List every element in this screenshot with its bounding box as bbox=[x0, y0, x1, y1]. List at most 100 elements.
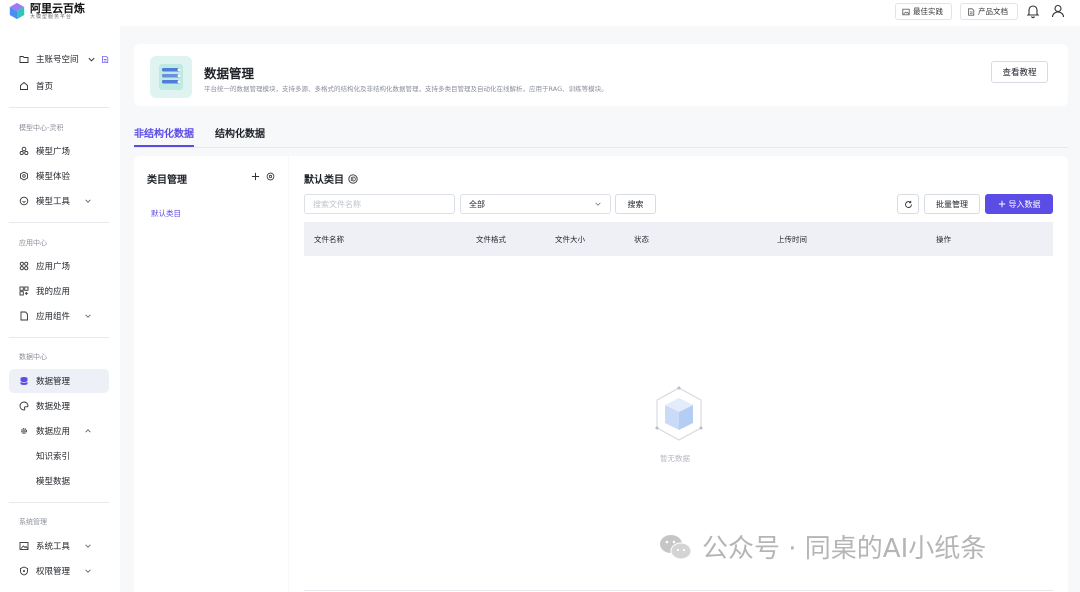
tab-structured-data[interactable]: 结构化数据 bbox=[215, 125, 265, 147]
settings-icon bbox=[21, 428, 27, 434]
group-title-system: 系统管理 bbox=[19, 518, 47, 526]
plus-icon bbox=[998, 200, 1005, 208]
id-badge-icon[interactable] bbox=[348, 173, 358, 184]
import-data-label: 导入数据 bbox=[1008, 199, 1041, 209]
category-item-default[interactable]: 默认类目 bbox=[151, 208, 181, 219]
user-icon[interactable] bbox=[1050, 3, 1066, 19]
bell-icon[interactable] bbox=[1025, 3, 1041, 19]
sidebar-item-label: 应用组件 bbox=[36, 312, 71, 322]
category-panel: 类目管理 默认类目 bbox=[134, 156, 288, 592]
search-button[interactable]: 搜索 bbox=[615, 194, 656, 214]
category-panel-title: 类目管理 bbox=[147, 175, 187, 186]
chevron-up-icon bbox=[85, 429, 91, 433]
logo-subtitle: 大模型服务平台 bbox=[30, 13, 73, 20]
settings-icon[interactable] bbox=[266, 172, 275, 181]
sidebar-item-label: 数据处理 bbox=[36, 402, 71, 412]
data-management-hero-icon bbox=[150, 56, 192, 98]
workspace-label: 主账号空间 bbox=[36, 55, 79, 65]
sidebar-item-app-square[interactable]: 应用广场 bbox=[9, 254, 109, 278]
document-icon[interactable] bbox=[101, 55, 109, 64]
home-icon bbox=[20, 81, 28, 90]
view-tutorial-button[interactable]: 查看教程 bbox=[991, 61, 1048, 83]
sidebar-item-my-apps[interactable]: 我的应用 bbox=[9, 279, 109, 303]
tab-unstructured-data[interactable]: 非结构化数据 bbox=[134, 125, 194, 147]
sidebar-item-label: 数据应用 bbox=[36, 427, 71, 437]
sidebar-item-model-experience[interactable]: 模型体验 bbox=[9, 164, 109, 188]
shield-icon bbox=[20, 566, 28, 576]
sidebar-item-model-tools[interactable]: 模型工具 bbox=[9, 189, 109, 213]
sidebar-item-label: 知识索引 bbox=[36, 452, 71, 462]
palette-icon bbox=[19, 401, 29, 411]
sidebar-item-home[interactable]: 首页 bbox=[9, 74, 109, 98]
page-description: 平台统一的数据管理模块，支持多源、多格式的结构化及非结构化数据管理，支持多类目管… bbox=[204, 85, 608, 93]
content-panel: 默认类目 搜索文件名称 全部 搜索 批量管理 导入数据 文件名称 文件格式 文件… bbox=[289, 156, 1068, 592]
divider bbox=[9, 107, 109, 108]
document-icon bbox=[968, 7, 975, 16]
refresh-button[interactable] bbox=[897, 194, 919, 214]
batch-manage-button[interactable]: 批量管理 bbox=[924, 194, 980, 214]
sidebar-item-label: 我的应用 bbox=[36, 287, 71, 297]
add-icon[interactable] bbox=[251, 172, 260, 181]
sidebar-item-data-processing[interactable]: 数据处理 bbox=[9, 394, 109, 418]
content-title-row: 默认类目 bbox=[304, 171, 358, 186]
import-data-button[interactable]: 导入数据 bbox=[985, 194, 1053, 214]
column-header-file-format: 文件格式 bbox=[476, 235, 506, 244]
chevron-down-icon bbox=[85, 314, 91, 318]
sidebar-item-model-data[interactable]: 模型数据 bbox=[9, 469, 109, 493]
image-icon bbox=[19, 542, 29, 550]
sidebar-item-app-components[interactable]: 应用组件 bbox=[9, 304, 109, 328]
chevron-down-icon bbox=[595, 202, 601, 206]
category-filter-select[interactable]: 全部 bbox=[460, 194, 611, 214]
product-docs-button[interactable]: 产品文档 bbox=[960, 3, 1018, 20]
divider bbox=[9, 222, 109, 223]
component-icon bbox=[20, 311, 28, 321]
sidebar: 主账号空间 首页 模型中心-灵积 模型广场 模型体验 模型工具 应用中心 应用广… bbox=[0, 26, 120, 592]
image-icon bbox=[902, 8, 910, 15]
sidebar-item-permission-management[interactable]: 权限管理 bbox=[9, 559, 109, 583]
table-header: 文件名称 文件格式 文件大小 状态 上传时间 操作 bbox=[304, 222, 1053, 256]
watermark: 公众号 · 同桌的AI小纸条 bbox=[658, 528, 986, 565]
chevron-down-icon bbox=[85, 569, 91, 573]
sidebar-item-label: 模型工具 bbox=[36, 197, 71, 207]
divider bbox=[9, 502, 109, 503]
best-practice-button[interactable]: 最佳实践 bbox=[895, 3, 952, 20]
sidebar-item-system-tools[interactable]: 系统工具 bbox=[9, 534, 109, 558]
top-bar: 阿里云百炼 大模型服务平台 最佳实践 产品文档 bbox=[0, 0, 1080, 26]
empty-state-icon bbox=[653, 384, 705, 444]
sidebar-item-label: 权限管理 bbox=[36, 567, 71, 577]
sidebar-item-model-square[interactable]: 模型广场 bbox=[9, 139, 109, 163]
sidebar-item-label: 数据管理 bbox=[36, 377, 71, 387]
logo-name: 阿里云百炼 bbox=[30, 1, 85, 15]
sidebar-item-label: 系统工具 bbox=[36, 542, 71, 552]
refresh-icon bbox=[904, 200, 912, 208]
chevron-down-icon bbox=[85, 199, 91, 203]
tab-bar: 非结构化数据 结构化数据 bbox=[134, 124, 1068, 148]
database-icon bbox=[20, 377, 28, 385]
sidebar-item-data-management[interactable]: 数据管理 bbox=[9, 369, 109, 393]
logo[interactable]: 阿里云百炼 大模型服务平台 bbox=[8, 2, 85, 20]
table-bottom-divider bbox=[304, 590, 1053, 591]
sidebar-item-data-application[interactable]: 数据应用 bbox=[9, 419, 109, 443]
column-header-actions: 操作 bbox=[936, 235, 951, 244]
group-title-data: 数据中心 bbox=[19, 353, 47, 361]
column-header-file-name: 文件名称 bbox=[314, 235, 344, 244]
workspace-selector[interactable]: 主账号空间 bbox=[9, 47, 109, 71]
logo-cube-icon bbox=[9, 2, 25, 20]
search-input[interactable]: 搜索文件名称 bbox=[304, 194, 455, 214]
sidebar-item-label: 模型广场 bbox=[36, 147, 71, 157]
sidebar-item-knowledge-index[interactable]: 知识索引 bbox=[9, 444, 109, 468]
group-title-model: 模型中心-灵积 bbox=[19, 124, 64, 132]
filter-value: 全部 bbox=[469, 199, 485, 209]
sidebar-item-label: 首页 bbox=[36, 82, 54, 92]
shapes-icon bbox=[19, 146, 29, 156]
divider bbox=[9, 337, 109, 338]
column-header-status: 状态 bbox=[634, 235, 649, 244]
column-header-upload-time: 上传时间 bbox=[777, 235, 807, 244]
page-header-card: 数据管理 平台统一的数据管理模块，支持多源、多格式的结构化及非结构化数据管理，支… bbox=[134, 44, 1068, 106]
wechat-icon bbox=[660, 534, 692, 559]
page-title: 数据管理 bbox=[204, 66, 255, 81]
chevron-down-icon[interactable] bbox=[87, 55, 96, 64]
tool-icon bbox=[19, 196, 29, 206]
empty-state-text: 暂无数据 bbox=[660, 454, 690, 463]
grid-icon bbox=[19, 261, 29, 271]
